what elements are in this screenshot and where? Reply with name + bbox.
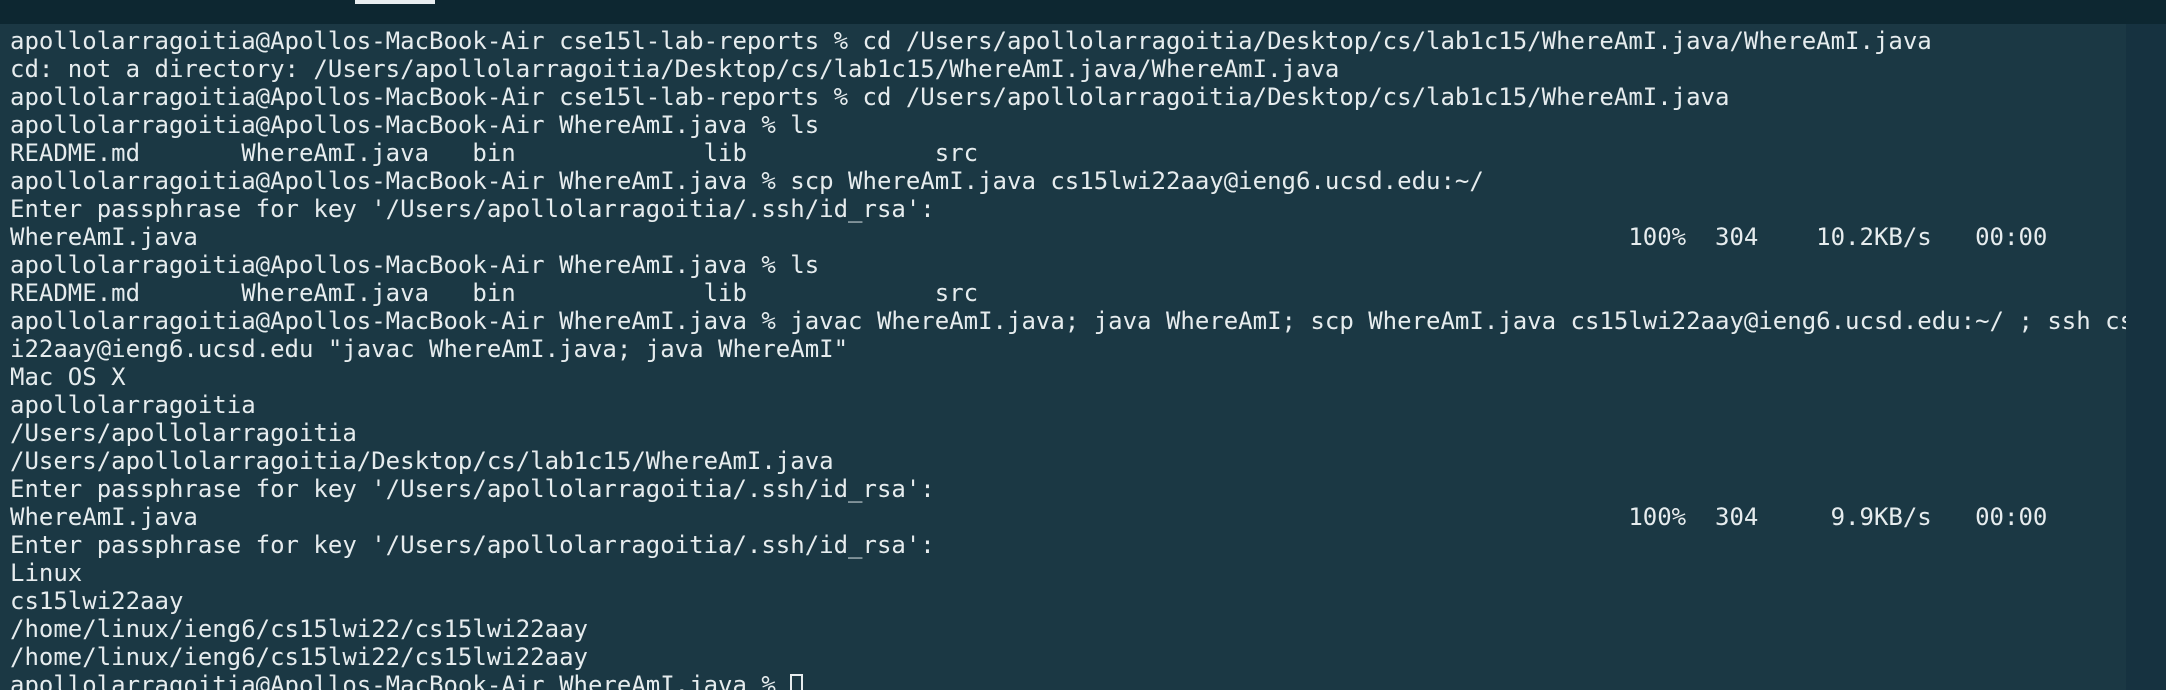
terminal-line: Mac OS X bbox=[10, 363, 126, 391]
terminal-line: apollolarragoitia@Apollos-MacBook-Air cs… bbox=[10, 27, 1932, 55]
terminal-line: /home/linux/ieng6/cs15lwi22/cs15lwi22aay bbox=[10, 643, 588, 671]
terminal-line: README.md WhereAmI.java bin lib src bbox=[10, 139, 979, 167]
terminal-line: /home/linux/ieng6/cs15lwi22/cs15lwi22aay bbox=[10, 615, 588, 643]
terminal-line: Enter passphrase for key '/Users/apollol… bbox=[10, 531, 935, 559]
active-tab-indicator[interactable] bbox=[355, 0, 435, 4]
terminal-lines: apollolarragoitia@Apollos-MacBook-Air cs… bbox=[10, 27, 2126, 690]
terminal-line: apollolarragoitia@Apollos-MacBook-Air cs… bbox=[10, 83, 1730, 111]
terminal-line: /Users/apollolarragoitia/Desktop/cs/lab1… bbox=[10, 447, 834, 475]
terminal-line: Enter passphrase for key '/Users/apollol… bbox=[10, 195, 935, 223]
terminal-line: apollolarragoitia bbox=[10, 391, 256, 419]
terminal-line: README.md WhereAmI.java bin lib src bbox=[10, 279, 979, 307]
terminal-prompt-line[interactable]: apollolarragoitia@Apollos-MacBook-Air Wh… bbox=[10, 671, 2126, 690]
terminal-line: cd: not a directory: /Users/apollolarrag… bbox=[10, 55, 1340, 83]
terminal-line: WhereAmI.java 100% 304 10.2KB/s 00:00 bbox=[10, 223, 2048, 251]
terminal-line: apollolarragoitia@Apollos-MacBook-Air Wh… bbox=[10, 251, 820, 279]
terminal-cursor bbox=[790, 674, 804, 690]
terminal-line: WhereAmI.java 100% 304 9.9KB/s 00:00 bbox=[10, 503, 2048, 531]
terminal-output[interactable]: apollolarragoitia@Apollos-MacBook-Air cs… bbox=[0, 24, 2126, 690]
terminal-line: i22aay@ieng6.ucsd.edu "javac WhereAmI.ja… bbox=[10, 335, 849, 363]
terminal-scroll-gutter[interactable] bbox=[2126, 24, 2166, 690]
terminal-line: cs15lwi22aay bbox=[10, 587, 184, 615]
terminal-line: Enter passphrase for key '/Users/apollol… bbox=[10, 475, 935, 503]
terminal-line: /Users/apollolarragoitia bbox=[10, 419, 357, 447]
terminal-line: apollolarragoitia@Apollos-MacBook-Air Wh… bbox=[10, 167, 1484, 195]
terminal-tab-strip bbox=[0, 0, 2166, 24]
terminal-line: apollolarragoitia@Apollos-MacBook-Air Wh… bbox=[10, 111, 820, 139]
terminal-line: apollolarragoitia@Apollos-MacBook-Air Wh… bbox=[10, 307, 2126, 335]
terminal-prompt: apollolarragoitia@Apollos-MacBook-Air Wh… bbox=[10, 671, 791, 690]
terminal-line: Linux bbox=[10, 559, 83, 587]
